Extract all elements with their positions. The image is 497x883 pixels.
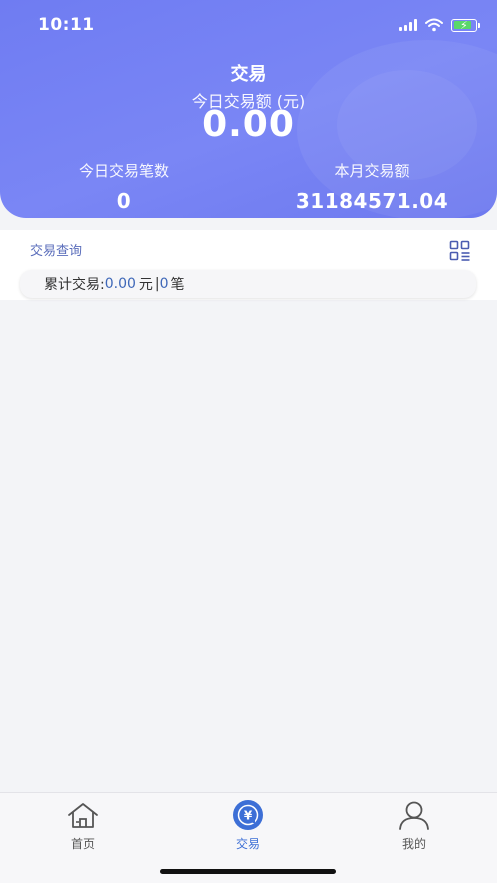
wifi-icon — [425, 18, 443, 32]
month-amount-label: 本月交易额 — [334, 162, 410, 180]
signal-icon — [399, 19, 417, 31]
tab-mine[interactable]: 我的 — [369, 799, 459, 852]
header-banner: 10:11 ⚡ 交易 今日交易额 (元) 0.00 今日交易笔数 0 本月交易额… — [0, 0, 497, 218]
query-title: 交易查询 — [30, 244, 83, 259]
home-indicator — [160, 869, 336, 874]
tab-trade[interactable]: ¥ 交易 — [203, 799, 293, 852]
tab-trade-label: 交易 — [235, 837, 260, 851]
tab-home[interactable]: 首页 — [38, 799, 128, 852]
month-amount-stat: 本月交易额 31184571.04 — [272, 160, 472, 213]
transaction-query-section: 交易查询 累计交易: 0.00 元 | 0 笔 — [0, 230, 497, 300]
summary-prefix: 累计交易: — [44, 277, 105, 293]
grid-view-icon[interactable] — [449, 240, 471, 262]
battery-icon: ⚡ — [451, 18, 480, 32]
month-amount-value: 31184571.04 — [295, 189, 449, 213]
summary-unit: 元 — [138, 277, 153, 293]
today-count-value: 0 — [116, 189, 132, 213]
today-count-label: 今日交易笔数 — [78, 162, 169, 180]
status-icons: ⚡ — [399, 16, 480, 34]
summary-amount: 0.00 — [104, 276, 136, 292]
status-bar: 10:11 ⚡ — [0, 0, 497, 50]
tab-mine-label: 我的 — [401, 837, 426, 851]
yuan-exchange-icon: ¥ — [233, 800, 263, 830]
svg-text:¥: ¥ — [244, 809, 253, 823]
cumulative-summary: 累计交易: 0.00 元 | 0 笔 — [20, 270, 476, 298]
page-title: 交易 — [230, 64, 267, 85]
person-icon — [399, 801, 429, 830]
tab-home-label: 首页 — [70, 837, 95, 851]
status-time: 10:11 — [38, 15, 95, 35]
today-amount-value: 0.00 — [202, 104, 295, 145]
home-icon — [68, 803, 98, 828]
summary-count: 0 — [159, 276, 169, 292]
today-count-stat: 今日交易笔数 0 — [24, 160, 224, 213]
summary-count-unit: 笔 — [170, 277, 185, 293]
